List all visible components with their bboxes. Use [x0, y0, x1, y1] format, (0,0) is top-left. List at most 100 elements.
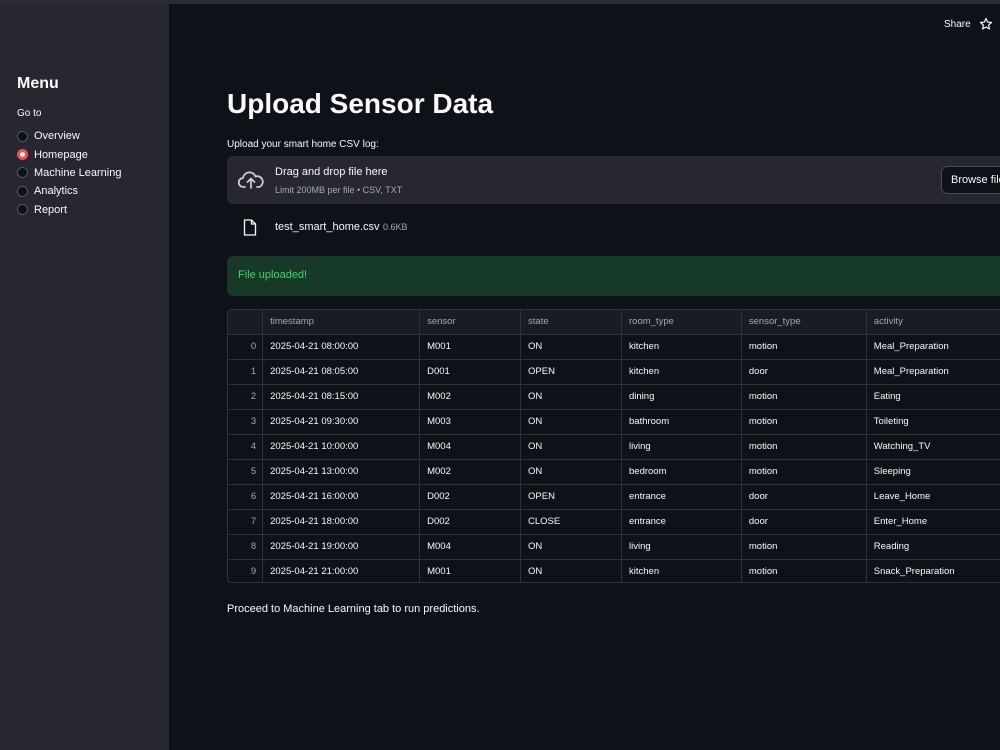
table-cell-sensor-type[interactable]: motion	[741, 534, 867, 560]
table-cell-room-type[interactable]: kitchen	[621, 559, 742, 582]
table-cell-sensor-type[interactable]: motion	[741, 434, 867, 460]
nav-radio-group: Overview Homepage Machine Learning Analy…	[17, 127, 121, 219]
table-cell-sensor[interactable]: D002	[419, 484, 522, 510]
table-cell-activity[interactable]: Leave_Home	[866, 484, 1000, 510]
table-row[interactable]: 7 2025-04-21 18:00:00 D002 CLOSE entrance doo…	[228, 509, 1000, 535]
table-cell-room-type[interactable]: living	[621, 434, 742, 460]
table-cell-timestamp[interactable]: 2025-04-21 08:05:00	[262, 359, 421, 385]
row-index: 5	[228, 459, 264, 485]
column-header[interactable]: timestamp	[262, 310, 421, 335]
radio-button[interactable]	[17, 185, 28, 197]
table-cell-state[interactable]: ON	[520, 384, 622, 410]
radio-option-analytics[interactable]: Analytics	[17, 182, 121, 200]
radio-option-machine-learning[interactable]: Machine Learning	[17, 164, 121, 182]
table-cell-timestamp[interactable]: 2025-04-21 21:00:00	[262, 559, 421, 582]
table-row[interactable]: 5 2025-04-21 13:00:00 M002 ON bedroom motion S…	[228, 459, 1000, 485]
table-cell-room-type[interactable]: bedroom	[621, 459, 742, 485]
table-row[interactable]: 9 2025-04-21 21:00:00 M001 ON kitchen motion S…	[228, 559, 1000, 582]
table-cell-room-type[interactable]: entrance	[621, 509, 742, 535]
table-cell-sensor[interactable]: M001	[419, 334, 522, 360]
index-header	[228, 310, 264, 335]
table-cell-sensor[interactable]: D002	[419, 509, 522, 535]
table-row[interactable]: 1 2025-04-21 08:05:00 D001 OPEN kitchen door M…	[228, 359, 1000, 385]
table-cell-activity[interactable]: Eating	[866, 384, 1000, 410]
table-cell-timestamp[interactable]: 2025-04-21 08:15:00	[262, 384, 421, 410]
table-cell-sensor[interactable]: M002	[419, 384, 522, 410]
table-cell-timestamp[interactable]: 2025-04-21 09:30:00	[262, 409, 421, 435]
table-row[interactable]: 0 2025-04-21 08:00:00 M001 ON kitchen motion M…	[228, 334, 1000, 360]
table-cell-state[interactable]: ON	[520, 409, 622, 435]
table-row[interactable]: 3 2025-04-21 09:30:00 M003 ON bathroom motion…	[228, 409, 1000, 435]
table-cell-room-type[interactable]: kitchen	[621, 359, 742, 385]
radio-option-overview[interactable]: Overview	[17, 127, 121, 145]
table-cell-sensor-type[interactable]: door	[741, 484, 867, 510]
table-cell-state[interactable]: OPEN	[520, 484, 622, 510]
table-cell-sensor[interactable]: M003	[419, 409, 522, 435]
radio-button-selected[interactable]	[17, 149, 28, 161]
table-cell-timestamp[interactable]: 2025-04-21 08:00:00	[262, 334, 421, 360]
table-cell-sensor-type[interactable]: motion	[741, 384, 867, 410]
table-cell-state[interactable]: ON	[520, 534, 622, 560]
table-cell-sensor[interactable]: M004	[419, 534, 522, 560]
table-cell-room-type[interactable]: bathroom	[621, 409, 742, 435]
table-cell-activity[interactable]: Watching_TV	[866, 434, 1000, 460]
table-body: 0 2025-04-21 08:00:00 M001 ON kitchen motion M…	[228, 334, 1000, 582]
column-header[interactable]: sensor	[419, 310, 522, 335]
table-row[interactable]: 8 2025-04-21 19:00:00 M004 ON living motion Re…	[228, 534, 1000, 560]
table-cell-activity[interactable]: Toileting	[866, 409, 1000, 435]
data-table[interactable]: timestamp sensor state room_type sensor_…	[227, 309, 1000, 583]
table-cell-timestamp[interactable]: 2025-04-21 18:00:00	[262, 509, 421, 535]
table-cell-room-type[interactable]: entrance	[621, 484, 742, 510]
table-cell-sensor-type[interactable]: motion	[741, 559, 867, 582]
table-cell-sensor-type[interactable]: motion	[741, 459, 867, 485]
table-cell-state[interactable]: CLOSE	[520, 509, 622, 535]
column-header[interactable]: room_type	[621, 310, 742, 335]
table-cell-sensor-type[interactable]: motion	[741, 334, 867, 360]
table-cell-room-type[interactable]: dining	[621, 384, 742, 410]
table-row[interactable]: 2 2025-04-21 08:15:00 M002 ON dining motion Ea…	[228, 384, 1000, 410]
table-row[interactable]: 6 2025-04-21 16:00:00 D002 OPEN entrance door…	[228, 484, 1000, 510]
table-cell-state[interactable]: ON	[520, 559, 622, 582]
file-dropzone[interactable]: Drag and drop file here Limit 200MB per …	[227, 156, 1000, 204]
radio-label: Analytics	[34, 185, 79, 198]
table-cell-timestamp[interactable]: 2025-04-21 10:00:00	[262, 434, 421, 460]
table-cell-activity[interactable]: Meal_Preparation	[866, 334, 1000, 360]
table-cell-state[interactable]: ON	[520, 434, 622, 460]
table-cell-timestamp[interactable]: 2025-04-21 16:00:00	[262, 484, 421, 510]
table-cell-sensor-type[interactable]: motion	[741, 409, 867, 435]
column-header[interactable]: state	[520, 310, 622, 335]
table-cell-activity[interactable]: Snack_Preparation	[866, 559, 1000, 582]
table-row[interactable]: 4 2025-04-21 10:00:00 M004 ON living motion Wa…	[228, 434, 1000, 460]
table-cell-state[interactable]: ON	[520, 459, 622, 485]
table-cell-room-type[interactable]: living	[621, 534, 742, 560]
row-index: 1	[228, 359, 264, 385]
browse-files-button[interactable]: Browse files	[941, 166, 1000, 194]
table-cell-timestamp[interactable]: 2025-04-21 13:00:00	[262, 459, 421, 485]
radio-button[interactable]	[17, 167, 28, 179]
table-cell-state[interactable]: ON	[520, 334, 622, 360]
radio-option-homepage[interactable]: Homepage	[17, 145, 121, 163]
instruction-text: Proceed to Machine Learning tab to run p…	[227, 603, 480, 615]
radio-button[interactable]	[17, 204, 28, 216]
table-cell-activity[interactable]: Sleeping	[866, 459, 1000, 485]
radio-button[interactable]	[17, 130, 28, 142]
table-cell-sensor[interactable]: M004	[419, 434, 522, 460]
table-cell-sensor[interactable]: M001	[419, 559, 522, 582]
table-cell-sensor-type[interactable]: door	[741, 509, 867, 535]
row-index: 2	[228, 384, 264, 410]
table-cell-activity[interactable]: Meal_Preparation	[866, 359, 1000, 385]
table-cell-activity[interactable]: Enter_Home	[866, 509, 1000, 535]
table-cell-sensor[interactable]: M002	[419, 459, 522, 485]
table-cell-activity[interactable]: Reading	[866, 534, 1000, 560]
table-cell-sensor[interactable]: D001	[419, 359, 522, 385]
column-header[interactable]: activity	[866, 310, 1000, 335]
table-cell-sensor-type[interactable]: door	[741, 359, 867, 385]
table-cell-state[interactable]: OPEN	[520, 359, 622, 385]
column-header[interactable]: sensor_type	[741, 310, 867, 335]
star-icon[interactable]	[979, 17, 993, 31]
radio-option-report[interactable]: Report	[17, 201, 121, 219]
table-cell-room-type[interactable]: kitchen	[621, 334, 742, 360]
table-cell-timestamp[interactable]: 2025-04-21 19:00:00	[262, 534, 421, 560]
file-name: test_smart_home.csv	[275, 221, 380, 233]
share-button[interactable]: Share	[944, 19, 971, 30]
